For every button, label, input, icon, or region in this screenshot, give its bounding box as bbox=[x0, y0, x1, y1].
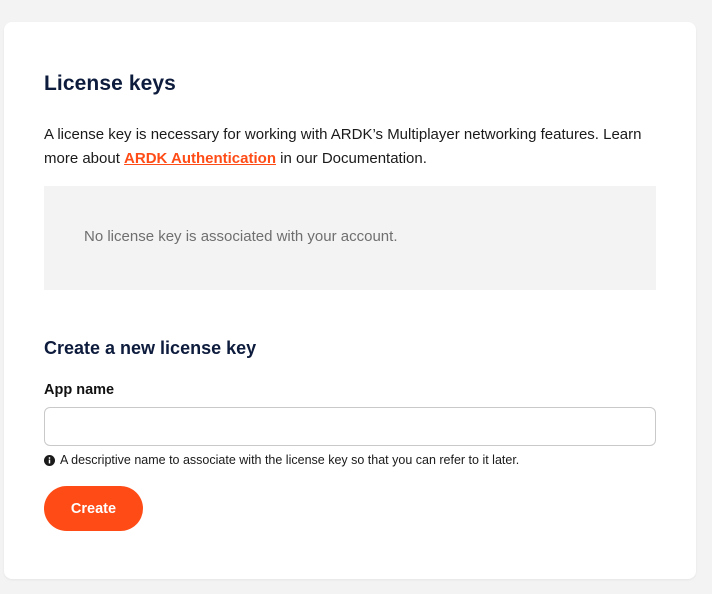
create-button[interactable]: Create bbox=[44, 486, 143, 531]
ardk-authentication-link[interactable]: ARDK Authentication bbox=[124, 150, 276, 167]
description-suffix: in our Documentation. bbox=[275, 150, 427, 167]
app-name-hint: A descriptive name to associate with the… bbox=[44, 453, 519, 467]
license-keys-card: License keys A license key is necessary … bbox=[4, 22, 696, 579]
empty-license-message: No license key is associated with your a… bbox=[84, 228, 398, 245]
create-license-heading: Create a new license key bbox=[44, 338, 257, 358]
empty-license-panel: No license key is associated with your a… bbox=[44, 186, 656, 290]
app-name-input[interactable] bbox=[44, 407, 656, 446]
license-description: A license key is necessary for working w… bbox=[44, 123, 656, 171]
info-icon bbox=[44, 454, 55, 466]
app-name-hint-text: A descriptive name to associate with the… bbox=[60, 453, 520, 467]
app-name-label: App name bbox=[44, 382, 115, 398]
page-title: License keys bbox=[44, 72, 176, 95]
